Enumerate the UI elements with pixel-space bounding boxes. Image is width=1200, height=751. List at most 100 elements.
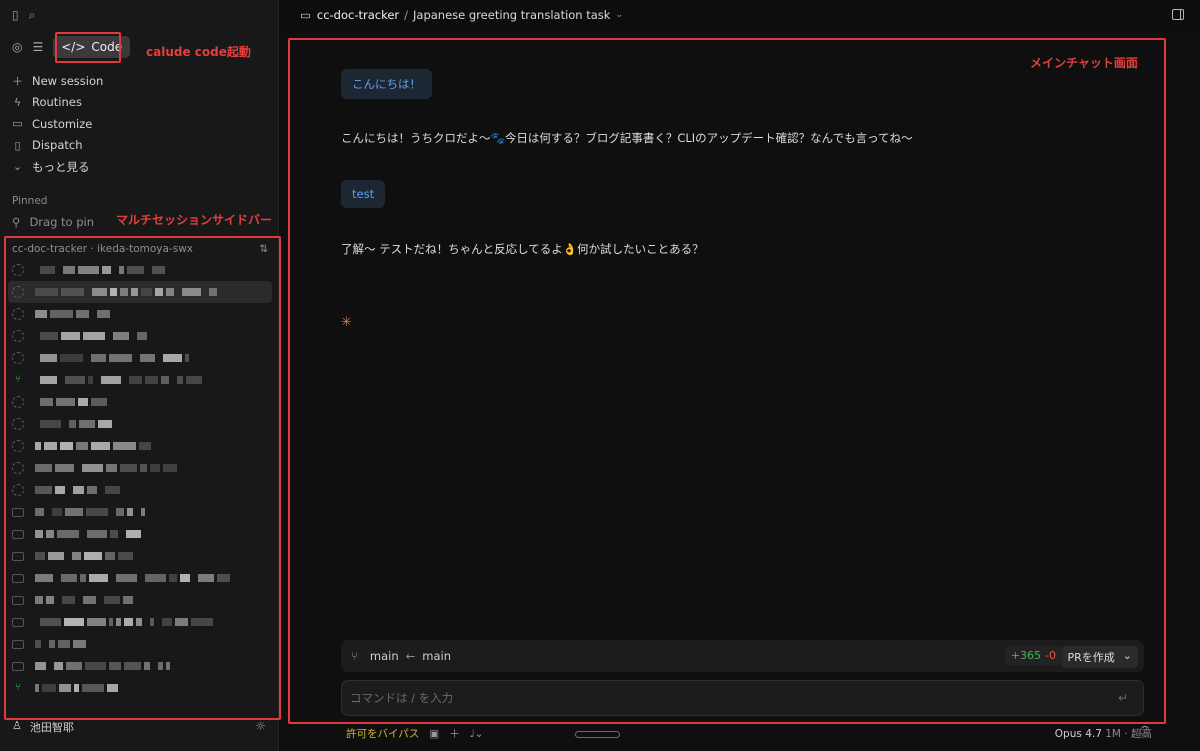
session-item[interactable] bbox=[8, 633, 272, 655]
user-name: 池田智耶 bbox=[29, 721, 74, 734]
theme-toggle-icon[interactable]: ☼ bbox=[255, 719, 266, 733]
archive-icon bbox=[12, 596, 24, 605]
archive-icon bbox=[12, 508, 24, 517]
session-title-redacted bbox=[34, 287, 217, 297]
user-profile[interactable]: ♙ 池田智耶 bbox=[12, 719, 74, 735]
sidebar: ▯ ⌕ ◎ ☰ </> Code ＋ New session ϟ Routine… bbox=[0, 0, 279, 751]
project-header: cc-doc-tracker · ikeda-tomoya-swx ⇅ bbox=[12, 243, 268, 255]
sidebar-item-label: Customize bbox=[32, 116, 93, 131]
session-item[interactable] bbox=[8, 281, 272, 303]
code-mode-button[interactable]: </> Code bbox=[53, 36, 131, 58]
session-item[interactable]: ⑂ bbox=[8, 369, 272, 391]
sidebar-item-customize[interactable]: ▭ Customize bbox=[12, 113, 103, 135]
create-pr-button[interactable]: PRを作成 ⌄ bbox=[1061, 646, 1138, 668]
sidebar-toggle-icon[interactable]: ▯ bbox=[12, 8, 19, 23]
git-branch-icon: ⑂ bbox=[351, 649, 358, 663]
session-item[interactable] bbox=[8, 259, 272, 281]
sidebar-menu: ＋ New session ϟ Routines ▭ Customize ▯ D… bbox=[12, 70, 103, 178]
chevron-down-icon[interactable]: ⌄ bbox=[1123, 649, 1132, 665]
session-item[interactable] bbox=[8, 303, 272, 325]
session-item[interactable] bbox=[8, 567, 272, 589]
chevron-down-icon[interactable]: ⌄ bbox=[615, 10, 623, 20]
sidebar-item-dispatch[interactable]: ▯ Dispatch bbox=[12, 135, 103, 157]
session-item[interactable] bbox=[8, 611, 272, 633]
session-status-icon bbox=[12, 418, 24, 430]
plus-icon[interactable]: ＋ bbox=[449, 726, 460, 741]
attach-icon[interactable]: ▣ bbox=[429, 728, 439, 740]
archive-icon bbox=[12, 640, 24, 649]
session-title-redacted bbox=[34, 441, 151, 451]
breadcrumb-project[interactable]: cc-doc-tracker bbox=[317, 8, 399, 22]
sidebar-item-new-session[interactable]: ＋ New session bbox=[12, 70, 103, 92]
session-title-redacted bbox=[34, 375, 202, 385]
input-footer: 許可をバイパス ▣ ＋ ♩⌄ bbox=[346, 726, 483, 741]
session-status-icon bbox=[12, 330, 24, 342]
project-header-label: cc-doc-tracker · ikeda-tomoya-swx bbox=[12, 243, 193, 255]
session-title-redacted bbox=[34, 353, 189, 363]
microphone-icon[interactable]: ♩⌄ bbox=[470, 728, 484, 740]
branch-target[interactable]: main bbox=[370, 649, 399, 663]
sidebar-item-label: Dispatch bbox=[32, 138, 83, 153]
branch-bar: ⑂ main ← main +365 -0 PRを作成 ⌄ bbox=[341, 640, 1144, 672]
code-mode-label: Code bbox=[91, 40, 123, 54]
breadcrumb-task[interactable]: Japanese greeting translation task bbox=[413, 8, 610, 22]
session-list: ⑂ ⑂ bbox=[8, 259, 272, 699]
permission-bypass-toggle[interactable]: 許可をバイパス bbox=[346, 726, 419, 741]
diff-stats[interactable]: +365 -0 bbox=[1004, 646, 1062, 665]
session-title-redacted bbox=[34, 595, 133, 605]
briefcase-icon: ▭ bbox=[12, 117, 23, 131]
session-title-redacted bbox=[34, 573, 230, 583]
sidebar-item-label: もっと見る bbox=[32, 159, 90, 174]
session-status-icon bbox=[12, 352, 24, 364]
session-item[interactable] bbox=[8, 457, 272, 479]
session-item[interactable] bbox=[8, 479, 272, 501]
archive-icon bbox=[12, 574, 24, 583]
chat-mode-icon[interactable]: ◎ bbox=[12, 40, 22, 54]
sidebar-item-routines[interactable]: ϟ Routines bbox=[12, 92, 103, 114]
tasks-mode-icon[interactable]: ☰ bbox=[32, 40, 43, 54]
session-item[interactable] bbox=[8, 501, 272, 523]
session-item[interactable] bbox=[8, 523, 272, 545]
session-title-redacted bbox=[34, 265, 165, 275]
session-item[interactable] bbox=[8, 325, 272, 347]
session-title-redacted bbox=[34, 551, 133, 561]
header: ▭ cc-doc-tracker / Japanese greeting tra… bbox=[280, 0, 1200, 30]
status-spinner-icon bbox=[1140, 726, 1150, 736]
branch-source[interactable]: main bbox=[422, 649, 451, 663]
filter-icon[interactable]: ⇅ bbox=[259, 243, 268, 255]
archive-icon bbox=[12, 530, 24, 539]
session-title-redacted bbox=[34, 661, 170, 671]
session-item[interactable] bbox=[8, 391, 272, 413]
session-item[interactable] bbox=[8, 413, 272, 435]
session-item[interactable] bbox=[8, 347, 272, 369]
phone-icon: ▯ bbox=[14, 138, 21, 152]
session-item[interactable] bbox=[8, 589, 272, 611]
model-selector[interactable]: Opus 4.7 1M · 超高 bbox=[1055, 726, 1152, 741]
mode-switcher: ◎ ☰ </> Code bbox=[12, 36, 131, 58]
pin-icon: ⚲ bbox=[12, 215, 21, 229]
panel-toggle-icon[interactable] bbox=[1172, 9, 1184, 20]
session-item[interactable] bbox=[8, 435, 272, 457]
sidebar-item-more[interactable]: ⌄ もっと見る bbox=[12, 156, 103, 178]
session-title-redacted bbox=[34, 683, 118, 693]
sidebar-item-label: Routines bbox=[32, 95, 82, 110]
scroll-indicator bbox=[575, 731, 620, 738]
pinned-heading: Pinned bbox=[12, 195, 48, 207]
search-icon[interactable]: ⌕ bbox=[29, 8, 36, 23]
archive-icon bbox=[12, 618, 24, 627]
session-item[interactable] bbox=[8, 545, 272, 567]
session-title-redacted bbox=[34, 309, 110, 319]
bolt-icon: ϟ bbox=[13, 95, 22, 109]
session-item[interactable] bbox=[8, 655, 272, 677]
session-status-icon bbox=[12, 264, 24, 276]
enter-icon[interactable]: ↵ bbox=[1118, 691, 1128, 705]
session-item[interactable]: ⑂ bbox=[8, 677, 272, 699]
user-icon: ♙ bbox=[12, 719, 22, 732]
folder-icon: ▭ bbox=[300, 8, 311, 22]
session-title-redacted bbox=[34, 331, 147, 341]
command-input[interactable] bbox=[341, 680, 1144, 716]
drag-to-pin-area[interactable]: ⚲ Drag to pin bbox=[12, 215, 94, 229]
main-chat: こんにちは！ こんにちは！うちクロだよ〜🐾今日は何する？ブログ記事書く？CLIの… bbox=[280, 30, 1200, 751]
session-title-redacted bbox=[34, 507, 145, 517]
session-title-redacted bbox=[34, 419, 112, 429]
